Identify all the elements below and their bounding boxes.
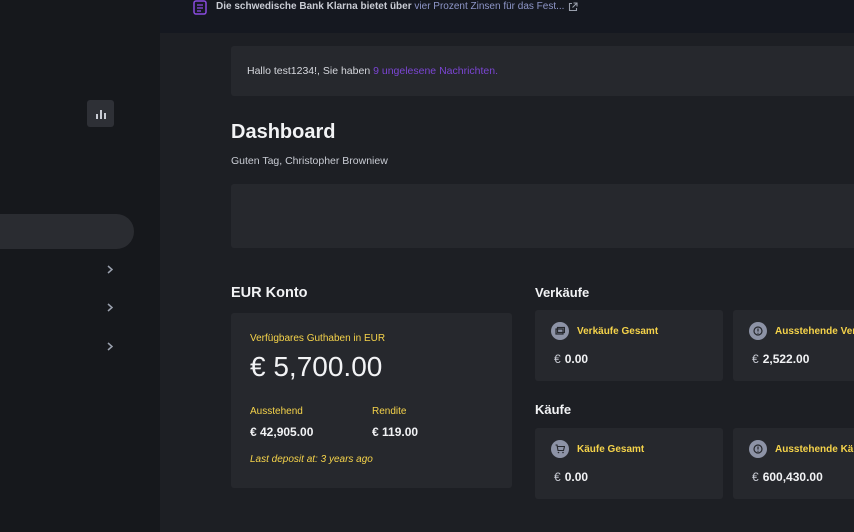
account-section-title: EUR Konto xyxy=(231,285,308,301)
sales-total-label: Verkäufe Gesamt xyxy=(577,326,659,337)
money-icon xyxy=(551,322,569,340)
empty-panel xyxy=(231,184,854,248)
last-deposit-note: Last deposit at: 3 years ago xyxy=(250,454,373,465)
sales-total-value: €0.00 xyxy=(554,352,588,366)
announcement-bar: Die schwedische Bank Klarna bietet über … xyxy=(160,0,854,33)
sales-pending-value: €2,522.00 xyxy=(752,352,809,366)
purchases-pending-label: Ausstehende Käu xyxy=(775,444,854,455)
sales-pending-label: Ausstehende Verk xyxy=(775,326,854,337)
purchases-total-value: €0.00 xyxy=(554,470,588,484)
purchases-pending-card: Ausstehende Käu €600,430.00 xyxy=(733,428,854,499)
pending-label: Ausstehend xyxy=(250,406,303,417)
currency-symbol: € xyxy=(752,470,759,484)
available-balance-label: Verfügbares Guthaben in EUR xyxy=(250,333,386,344)
currency-symbol: € xyxy=(554,352,561,366)
sales-pending-card: Ausstehende Verk €2,522.00 xyxy=(733,310,854,381)
sidebar xyxy=(0,0,160,532)
external-link-icon[interactable] xyxy=(568,2,578,12)
message-prefix: Hallo test1234!, Sie haben xyxy=(247,65,371,77)
purchases-total-amount: 0.00 xyxy=(564,470,589,484)
announcement-bold: Die schwedische Bank Klarna bietet über xyxy=(216,1,412,12)
pending-value: € 42,905.00 xyxy=(250,425,314,439)
purchases-section-title: Käufe xyxy=(535,402,572,417)
available-balance-value: € 5,700.00 xyxy=(250,351,383,382)
sidebar-item-active[interactable] xyxy=(0,214,134,249)
message-text: Hallo test1234!, Sie haben 9 ungelesene … xyxy=(247,65,498,77)
alert-icon xyxy=(749,440,767,458)
chevron-right-icon[interactable] xyxy=(105,340,115,352)
sales-pending-amount: 2,522.00 xyxy=(762,352,810,366)
purchases-pending-value: €600,430.00 xyxy=(752,470,823,484)
purchases-total-label: Käufe Gesamt xyxy=(577,444,645,455)
announcement-text: Die schwedische Bank Klarna bietet über … xyxy=(216,1,564,12)
purchases-pending-amount: 600,430.00 xyxy=(762,470,823,484)
greeting-text: Guten Tag, Christopher Browniew xyxy=(231,155,388,167)
cart-icon xyxy=(551,440,569,458)
currency-symbol: € xyxy=(554,470,561,484)
alert-icon xyxy=(749,322,767,340)
sales-total-card: Verkäufe Gesamt €0.00 xyxy=(535,310,723,381)
news-icon xyxy=(193,0,207,15)
chevron-right-icon[interactable] xyxy=(105,301,115,313)
sales-section-title: Verkäufe xyxy=(535,285,590,300)
purchases-total-card: Käufe Gesamt €0.00 xyxy=(535,428,723,499)
chart-toggle-button[interactable] xyxy=(87,100,114,127)
bar-chart-icon xyxy=(95,109,106,119)
yield-value: € 119.00 xyxy=(372,425,419,439)
message-bar: Hallo test1234!, Sie haben 9 ungelesene … xyxy=(231,46,854,96)
chevron-right-icon[interactable] xyxy=(105,263,115,275)
eur-account-card: Verfügbares Guthaben in EUR € 5,700.00 A… xyxy=(231,313,512,488)
currency-symbol: € xyxy=(752,352,759,366)
sales-total-amount: 0.00 xyxy=(564,352,589,366)
announcement-link[interactable]: vier Prozent Zinsen für das Fest... xyxy=(414,1,564,12)
unread-messages-link[interactable]: 9 ungelesene Nachrichten. xyxy=(373,65,498,77)
page-title: Dashboard xyxy=(231,121,336,143)
yield-label: Rendite xyxy=(372,406,407,417)
